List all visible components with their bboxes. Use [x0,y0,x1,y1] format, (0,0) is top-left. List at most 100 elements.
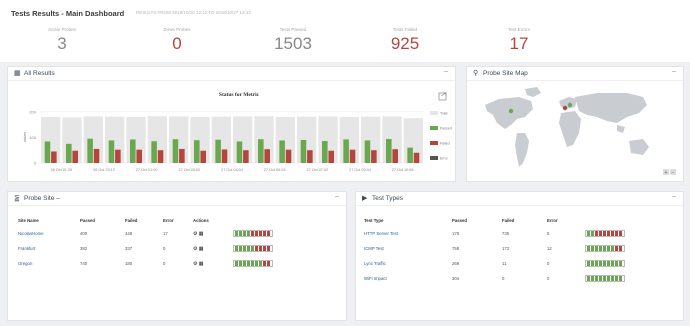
bar-failed[interactable] [413,152,420,163]
bar-total[interactable] [105,116,125,163]
settings-icon[interactable]: ⚙ [193,261,197,267]
bar-failed[interactable] [221,149,228,163]
bar-failed[interactable] [349,149,356,163]
bar-passed[interactable] [172,139,179,163]
result-ratio-bar [233,229,273,237]
test-type-link[interactable]: Lync Traffic [364,261,386,266]
x-tick-label: 26 Oct 21:25 [50,168,72,172]
table-header-row: Site Name Passed Failed Error Actions [18,214,303,226]
test-type-link[interactable]: ICMP Test [364,246,384,251]
site-link[interactable]: Oregon [18,261,32,266]
bar-failed[interactable] [328,150,334,163]
site-link[interactable]: NicolasHome [18,231,44,236]
bar-total[interactable] [83,116,103,163]
test-type-link[interactable]: HTTP Server Test [364,231,398,236]
legend-label[interactable]: Total [440,112,448,116]
settings-icon[interactable]: ⚙ [193,246,197,252]
bar-passed[interactable] [322,140,328,163]
settings-icon[interactable]: ⚙ [193,231,197,237]
bar-failed[interactable] [371,150,377,163]
bar-total[interactable] [147,116,167,163]
bar-total[interactable] [190,116,210,163]
bar-failed[interactable] [136,149,142,163]
result-ratio-segment [235,245,238,251]
result-ratio-segment [267,230,270,236]
bar-failed[interactable] [392,149,398,163]
result-ratio-segment [615,275,618,281]
bar-passed[interactable] [279,140,285,163]
export-chart-icon[interactable] [438,92,447,101]
result-ratio-segment [267,245,270,251]
bar-total[interactable] [254,116,274,163]
bar-failed[interactable] [115,149,121,163]
minimize-button[interactable]: – [335,193,339,200]
bar-passed[interactable] [364,140,371,163]
bar-total[interactable] [211,116,231,163]
y-tick-label: 0 [34,161,37,166]
results-chart: Status for Metric values 200 100 0 26 Oct … [23,92,452,172]
bar-failed[interactable] [200,150,206,163]
bar-passed[interactable] [66,143,72,163]
bar-total[interactable] [403,118,423,163]
bar-failed[interactable] [285,149,292,163]
bar-total[interactable] [297,116,317,163]
bar-passed[interactable] [407,147,413,163]
probe-marker-home[interactable] [562,105,568,111]
bar-total[interactable] [361,116,381,163]
bar-total[interactable] [275,116,295,163]
result-ratio-segment [591,260,594,266]
column-header: Passed [80,217,96,223]
bar-failed[interactable] [264,149,270,163]
legend-label[interactable]: Passed [440,127,452,131]
bar-passed[interactable] [108,140,115,163]
bar-failed[interactable] [179,148,185,163]
bar-total[interactable] [233,116,253,163]
bar-passed[interactable] [386,138,392,163]
test-type-link[interactable]: WiFi Impact [364,276,387,281]
bar-failed[interactable] [51,151,57,163]
bar-passed[interactable] [343,139,349,163]
stat-tests-passed: Tests Passed 1503 [238,27,348,54]
bar-total[interactable] [169,116,189,163]
bar-passed[interactable] [215,139,221,163]
probe-marker-frankfurt[interactable] [567,102,573,108]
bar-passed[interactable] [236,141,243,163]
bar-failed[interactable] [72,150,78,163]
site-link[interactable]: Frankfurt [18,246,35,251]
bar-total[interactable] [382,116,402,163]
delete-icon[interactable]: ▦ [199,231,204,237]
result-ratio-segment [243,260,246,266]
bar-passed[interactable] [151,141,157,163]
legend-label[interactable]: Failed [440,142,450,146]
actions-cell: ⚙ ▦ [193,256,233,271]
bar-failed[interactable] [307,150,313,163]
result-ratio-segment [607,275,610,281]
bar-total[interactable] [318,116,338,163]
delete-icon[interactable]: ▦ [199,246,204,252]
zoom-in-button[interactable]: + [663,169,669,176]
minimize-button[interactable]: – [672,193,676,200]
world-map[interactable]: + − [467,67,685,183]
result-ratio-segment [619,275,622,281]
bar-failed[interactable] [243,150,249,163]
bar-passed[interactable] [87,138,93,163]
bar-passed[interactable] [130,139,136,163]
bar-total[interactable] [339,116,359,163]
bar-passed[interactable] [258,139,264,163]
error-cell: 0 [547,276,550,281]
bar-passed[interactable] [300,139,307,163]
delete-icon[interactable]: ▦ [199,261,204,267]
bar-total[interactable] [62,117,82,163]
y-tick-label: 100 [29,135,36,140]
error-cell: 0 [547,261,550,266]
bar-failed[interactable] [93,148,100,163]
legend-label[interactable]: Error [440,157,449,161]
failed-cell: 0 [502,276,505,281]
bar-passed[interactable] [194,140,200,163]
probe-marker-oregon[interactable] [508,108,514,114]
bar-total[interactable] [41,116,61,163]
bar-failed[interactable] [157,150,164,163]
zoom-out-button[interactable]: − [670,169,676,176]
bar-total[interactable] [126,116,146,163]
bar-passed[interactable] [44,141,51,163]
